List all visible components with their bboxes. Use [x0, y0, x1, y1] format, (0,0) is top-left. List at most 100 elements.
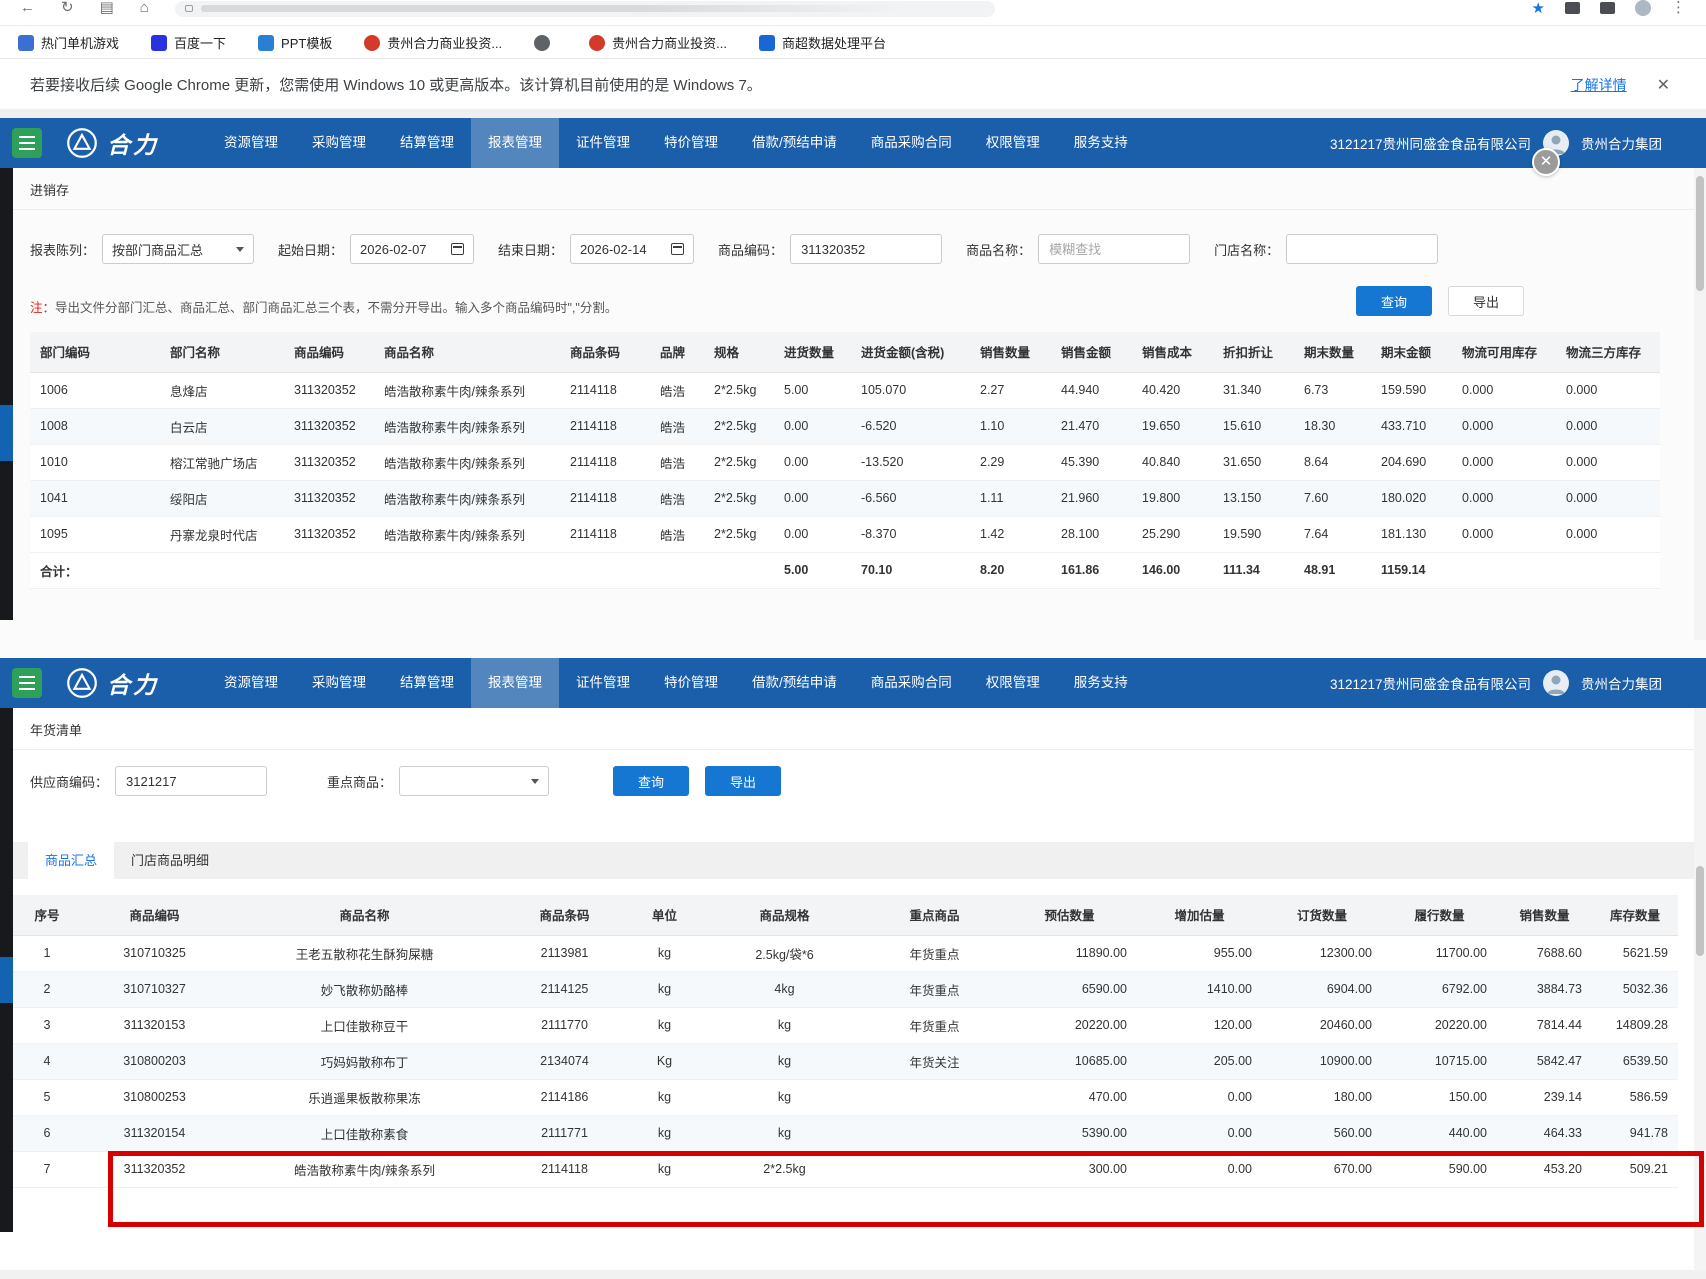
- nav-menu-item[interactable]: 服务支持: [1057, 118, 1145, 168]
- start-date-input[interactable]: 2026-02-07: [350, 234, 474, 264]
- back-icon[interactable]: ←: [20, 0, 35, 15]
- table-cell: 皓浩散称素牛肉/辣条系列: [374, 516, 560, 552]
- company-name[interactable]: 3121217贵州同盛金食品有限公司: [1330, 673, 1531, 693]
- bookmark-item[interactable]: 贵州合力商业投资...: [364, 33, 502, 52]
- bookmark-star-icon[interactable]: ★: [1532, 0, 1545, 17]
- scrollbar-thumb[interactable]: [1696, 176, 1704, 291]
- calendar-icon[interactable]: [451, 243, 464, 255]
- table-cell: 2*2.5kg: [704, 408, 774, 444]
- table-row: 2310710327妙飞散称奶酪棒2114125kg4kg年货重点6590.00…: [12, 971, 1678, 1007]
- table-header-row: 部门编码部门名称商品编码商品名称商品条码品牌规格进货数量进货金额(含税)销售数量…: [30, 332, 1660, 372]
- bookmark-item[interactable]: [534, 35, 557, 51]
- table-cell: 2*2.5kg: [704, 516, 774, 552]
- heli-icon: [589, 35, 605, 51]
- profile-avatar[interactable]: [1635, 0, 1651, 16]
- table-cell: 6792.00: [1382, 971, 1497, 1007]
- nav-menu-item[interactable]: 采购管理: [295, 658, 383, 708]
- horizontal-scrollbar[interactable]: [0, 1270, 1706, 1279]
- nav-menu-item[interactable]: 报表管理: [471, 658, 559, 708]
- query-button[interactable]: 查询: [613, 766, 689, 796]
- user-name[interactable]: 贵州合力集团: [1581, 133, 1662, 153]
- query-button[interactable]: 查询: [1356, 286, 1432, 316]
- nav-menu-item[interactable]: 借款/预结申请: [735, 118, 854, 168]
- user-name[interactable]: 贵州合力集团: [1581, 673, 1662, 693]
- key-product-filter: 重点商品：: [327, 766, 549, 796]
- table-cell: 20220.00: [1002, 1007, 1137, 1043]
- print-icon[interactable]: ▤: [100, 0, 114, 15]
- table-cell: 2134074: [502, 1043, 627, 1079]
- table-cell: 5032.36: [1592, 971, 1678, 1007]
- tab[interactable]: 门店商品明细: [114, 842, 226, 879]
- table-cell: 王老五散称花生酥狗屎糖: [227, 935, 502, 971]
- report-type-select[interactable]: 按部门商品汇总: [102, 234, 254, 264]
- heli-icon: [364, 35, 380, 51]
- company-name[interactable]: 3121217贵州同盛金食品有限公司: [1330, 133, 1531, 153]
- nav-menu-item[interactable]: 资源管理: [207, 118, 295, 168]
- table-cell: 205.00: [1137, 1043, 1262, 1079]
- close-icon[interactable]: ✕: [1532, 148, 1560, 176]
- bookmark-item[interactable]: 热门单机游戏: [18, 33, 119, 52]
- nav-menu-item[interactable]: 结算管理: [383, 118, 471, 168]
- table-cell: 1041: [30, 480, 160, 516]
- nav-menu-item[interactable]: 证件管理: [559, 118, 647, 168]
- hamburger-menu-icon[interactable]: [12, 128, 42, 158]
- notice-close-icon[interactable]: ✕: [1657, 75, 1670, 95]
- product-code-input[interactable]: [790, 234, 942, 264]
- nav-menu-item[interactable]: 借款/预结申请: [735, 658, 854, 708]
- scrollbar[interactable]: [1694, 168, 1706, 640]
- table-cell: 453.20: [1497, 1151, 1592, 1187]
- page-title: 年货清单: [0, 708, 1706, 750]
- store-name-input[interactable]: [1286, 234, 1438, 264]
- extension-icon[interactable]: [1565, 2, 1580, 14]
- extension-icon[interactable]: [1600, 2, 1615, 14]
- export-button[interactable]: 导出: [705, 766, 781, 796]
- nav-menu-item[interactable]: 权限管理: [969, 118, 1057, 168]
- table-cell: 丹寨龙泉时代店: [160, 516, 284, 552]
- tab[interactable]: 商品汇总: [28, 842, 114, 879]
- table-cell: [867, 1079, 1002, 1115]
- nav-menu-item[interactable]: 结算管理: [383, 658, 471, 708]
- supplier-code-input[interactable]: [115, 766, 267, 796]
- bookmark-item[interactable]: PPT模板: [258, 33, 332, 52]
- home-icon[interactable]: ⌂: [140, 0, 149, 15]
- table-cell: 0.000: [1452, 480, 1556, 516]
- nav-menu-item[interactable]: 特价管理: [647, 118, 735, 168]
- product-name-input[interactable]: [1038, 234, 1190, 264]
- scrollbar-thumb[interactable]: [1696, 866, 1704, 956]
- export-button[interactable]: 导出: [1448, 286, 1524, 316]
- refresh-icon[interactable]: ↻: [61, 0, 74, 15]
- scrollbar[interactable]: [1694, 708, 1706, 1270]
- table-row: 7311320352皓浩散称素牛肉/辣条系列2114118kg2*2.5kg30…: [12, 1151, 1678, 1187]
- nav-menu-item[interactable]: 采购管理: [295, 118, 383, 168]
- end-date-input[interactable]: 2026-02-14: [570, 234, 694, 264]
- filter-bar: 报表陈列： 按部门商品汇总 起始日期： 2026-02-07 结束日期： 202…: [30, 234, 1706, 264]
- menu-kebab-icon[interactable]: ⋮: [1671, 0, 1686, 15]
- key-product-select[interactable]: [399, 766, 549, 796]
- nav-menu-item[interactable]: 服务支持: [1057, 658, 1145, 708]
- bookmark-item[interactable]: 贵州合力商业投资...: [589, 33, 727, 52]
- bookmark-item[interactable]: 百度一下: [151, 33, 226, 52]
- nav-menu-item[interactable]: 证件管理: [559, 658, 647, 708]
- nav-menu-item[interactable]: 商品采购合同: [854, 118, 969, 168]
- app-logo: 合力: [66, 126, 159, 160]
- hamburger-menu-icon[interactable]: [12, 668, 42, 698]
- calendar-icon[interactable]: [671, 243, 684, 255]
- nav-menu-item[interactable]: 权限管理: [969, 658, 1057, 708]
- learn-more-link[interactable]: 了解详情: [1571, 75, 1627, 95]
- notice-text: 若要接收后续 Google Chrome 更新，您需使用 Windows 10 …: [30, 74, 762, 95]
- nav-menu-item[interactable]: 报表管理: [471, 118, 559, 168]
- table-cell: 955.00: [1137, 935, 1262, 971]
- nav-menu-item[interactable]: 商品采购合同: [854, 658, 969, 708]
- address-bar[interactable]: [175, 1, 995, 17]
- table-cell: 440.00: [1382, 1115, 1497, 1151]
- bookmark-label: 百度一下: [174, 33, 226, 52]
- nav-menu-item[interactable]: 资源管理: [207, 658, 295, 708]
- table-row: 6311320154上口佳散称素食2111771kgkg5390.000.005…: [12, 1115, 1678, 1151]
- bookmark-item[interactable]: 商超数据处理平台: [759, 33, 886, 52]
- nav-menu-item[interactable]: 特价管理: [647, 658, 735, 708]
- supplier-code-label: 供应商编码：: [30, 772, 108, 791]
- table-cell: 皓浩: [650, 444, 704, 480]
- user-avatar[interactable]: [1543, 670, 1569, 696]
- url-text: [201, 5, 985, 12]
- column-header: 进货金额(含税): [851, 332, 970, 372]
